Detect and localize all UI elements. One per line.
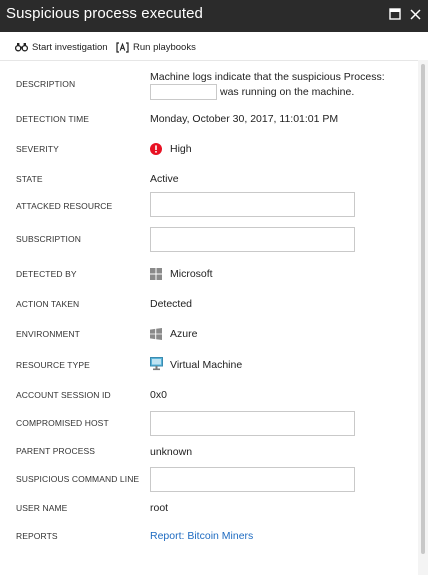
description-text-line1: Machine logs indicate that the suspiciou…	[150, 71, 385, 83]
parent-process-value: unknown	[150, 446, 193, 458]
redacted-attacked-resource	[150, 192, 355, 217]
account-session-id-value: 0x0	[150, 389, 167, 401]
error-icon	[150, 142, 162, 155]
close-button[interactable]	[406, 4, 424, 24]
resource-type-value: Virtual Machine	[170, 359, 243, 371]
resource-type-label: RESOURCE TYPE	[16, 360, 90, 370]
redacted-subscription	[150, 227, 355, 252]
redacted-process-name	[150, 84, 217, 100]
close-icon	[409, 8, 421, 20]
blade-title: Suspicious process executed	[6, 5, 203, 22]
playbook-icon	[116, 41, 129, 53]
action-taken-label: ACTION TAKEN	[16, 299, 80, 309]
suspicious-command-line-label: SUSPICIOUS COMMAND LINE	[16, 474, 140, 484]
scrollbar-thumb[interactable]	[421, 64, 425, 554]
parent-process-label: PARENT PROCESS	[16, 446, 96, 456]
binoculars-icon	[15, 43, 28, 52]
action-taken-value: Detected	[150, 298, 193, 310]
report-link[interactable]: Report: Bitcoin Miners	[150, 530, 253, 542]
redacted-compromised-host	[150, 411, 355, 436]
environment-value: Azure	[170, 328, 198, 340]
windows-logo-icon	[150, 267, 162, 280]
start-investigation-button[interactable]: Start investigation	[15, 39, 108, 55]
windows-logo-icon	[150, 327, 162, 340]
virtual-machine-icon	[150, 357, 163, 371]
detection-time-value: Monday, October 30, 2017, 11:01:01 PM	[150, 113, 339, 125]
run-playbooks-button[interactable]: Run playbooks	[116, 39, 196, 55]
user-name-label: USER NAME	[16, 503, 68, 513]
subscription-label: SUBSCRIPTION	[16, 234, 81, 244]
maximize-button[interactable]	[386, 4, 404, 24]
reports-label: REPORTS	[16, 531, 58, 541]
state-label: STATE	[16, 174, 43, 184]
environment-label: ENVIRONMENT	[16, 329, 80, 339]
detected-by-value: Microsoft	[170, 268, 213, 280]
start-investigation-label: Start investigation	[32, 41, 108, 53]
redacted-command-line	[150, 467, 355, 492]
severity-value: High	[170, 143, 192, 155]
description-text-line2: was running on the machine.	[220, 86, 355, 98]
title-bar: Suspicious process executed	[0, 0, 428, 32]
compromised-host-label: COMPROMISED HOST	[16, 418, 109, 428]
description-label: DESCRIPTION	[16, 79, 76, 89]
user-name-value: root	[150, 502, 169, 514]
account-session-id-label: ACCOUNT SESSION ID	[16, 390, 111, 400]
detected-by-label: DETECTED BY	[16, 269, 77, 279]
maximize-icon	[389, 8, 401, 20]
detection-time-label: DETECTION TIME	[16, 114, 90, 124]
attacked-resource-label: ATTACKED RESOURCE	[16, 201, 113, 211]
command-bar: Start investigation Run playbooks	[0, 32, 428, 61]
state-value: Active	[150, 173, 179, 185]
severity-label: SEVERITY	[16, 144, 59, 154]
run-playbooks-label: Run playbooks	[133, 41, 196, 53]
